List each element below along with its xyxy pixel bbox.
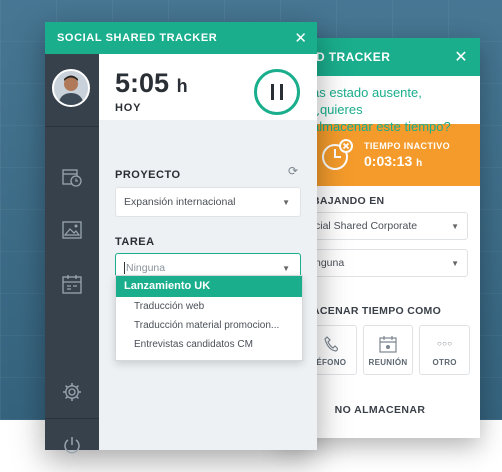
- pause-icon: [280, 84, 283, 100]
- option-other-label: OTRO: [432, 357, 457, 367]
- power-icon: [64, 437, 80, 454]
- task-dropdown: Lanzamiento UK Traducción web Traducción…: [115, 275, 303, 361]
- elapsed-time-unit: h: [176, 76, 188, 96]
- calendar-meeting-icon: [379, 334, 397, 354]
- chevron-down-icon: ▼: [451, 221, 459, 231]
- sidebar-item-screenshots[interactable]: [45, 209, 99, 251]
- working-on-value: cial Shared Corporate: [315, 220, 418, 232]
- dropdown-option[interactable]: Traducción material promocion...: [116, 316, 302, 335]
- idle-time-text: TIEMPO INACTIVO 0:03:13 h: [364, 141, 450, 169]
- idle-task-value: nguna: [315, 257, 345, 269]
- idle-time-label: TIEMPO INACTIVO: [364, 141, 451, 151]
- working-on-label: BAJANDO EN: [312, 195, 385, 207]
- sidebar-item-timesheet[interactable]: [45, 156, 99, 198]
- elapsed-time-value: 5:05: [115, 68, 170, 98]
- image-icon: [62, 221, 82, 239]
- settings-icon: [63, 383, 81, 401]
- more-dots-icon: ○○○: [436, 339, 453, 348]
- calendar-icon: [62, 275, 82, 294]
- idle-time-value: 0:03:13 h: [364, 153, 450, 169]
- close-icon[interactable]: ✕: [454, 47, 468, 67]
- tracking-form: PROYECTO ⟳ Expansión internacional ▼ TAR…: [99, 120, 317, 450]
- project-value: Expansión internacional: [124, 196, 236, 208]
- dropdown-option[interactable]: Traducción web: [116, 297, 302, 316]
- sidebar-item-power[interactable]: [45, 424, 99, 466]
- dropdown-option[interactable]: Entrevistas candidatos CM: [116, 335, 302, 354]
- idle-alert-line-2: almacenar este tiempo?: [312, 119, 451, 134]
- option-meeting-label: REUNIÓN: [368, 357, 408, 367]
- idle-time-unit: h: [416, 158, 423, 169]
- idle-alert-line-1: as estado ausente, ¿quieres: [312, 85, 422, 117]
- chevron-down-icon: ▼: [282, 197, 290, 207]
- option-meeting[interactable]: REUNIÓN: [362, 325, 414, 375]
- task-label: TAREA: [115, 236, 155, 248]
- working-on-select[interactable]: cial Shared Corporate ▼: [306, 212, 468, 240]
- sidebar-item-calendar[interactable]: [45, 263, 99, 305]
- text-cursor: [124, 262, 125, 275]
- dropdown-option[interactable]: Lanzamiento UK: [116, 276, 302, 297]
- option-phone-label: ÉFONO: [316, 357, 347, 367]
- project-label: PROYECTO: [115, 169, 181, 181]
- task-value: Ninguna: [126, 261, 166, 274]
- elapsed-time: 5:05 h: [115, 68, 188, 99]
- sidebar: [45, 54, 99, 454]
- sidebar-divider: [45, 126, 99, 127]
- timesheet-icon: [62, 169, 82, 187]
- task-input-text: Ninguna: [124, 261, 166, 275]
- idle-time-number: 0:03:13: [364, 153, 413, 169]
- tracker-title: SOCIAL SHARED TRACKER: [57, 32, 218, 44]
- tracker-window: SOCIAL SHARED TRACKER ✕ 5:05 h HOY PROYE…: [45, 22, 317, 454]
- store-time-as-label: ACENAR TIEMPO COMO: [312, 305, 442, 317]
- pause-button[interactable]: [254, 69, 300, 115]
- project-select[interactable]: Expansión internacional ▼: [115, 187, 301, 217]
- avatar-image: [54, 71, 88, 105]
- store-options: ÉFONO REUNIÓN ○○○ OTRO: [306, 325, 471, 375]
- refresh-icon[interactable]: ⟳: [288, 164, 298, 178]
- avatar[interactable]: [52, 69, 90, 107]
- tracker-header: SOCIAL SHARED TRACKER ✕: [45, 22, 317, 54]
- phone-icon: [324, 334, 339, 354]
- close-icon[interactable]: ✕: [294, 29, 307, 47]
- chevron-down-icon: ▼: [282, 263, 290, 273]
- sidebar-item-settings[interactable]: [45, 371, 99, 413]
- sidebar-divider: [45, 418, 99, 419]
- option-other[interactable]: ○○○ OTRO: [419, 325, 471, 375]
- idle-clock-icon: [322, 139, 353, 170]
- idle-dialog-title: D TRACKER: [316, 50, 391, 64]
- pause-icon: [271, 84, 274, 100]
- chevron-down-icon: ▼: [451, 258, 459, 268]
- today-label: HOY: [115, 102, 142, 114]
- idle-task-select[interactable]: nguna ▼: [306, 249, 468, 277]
